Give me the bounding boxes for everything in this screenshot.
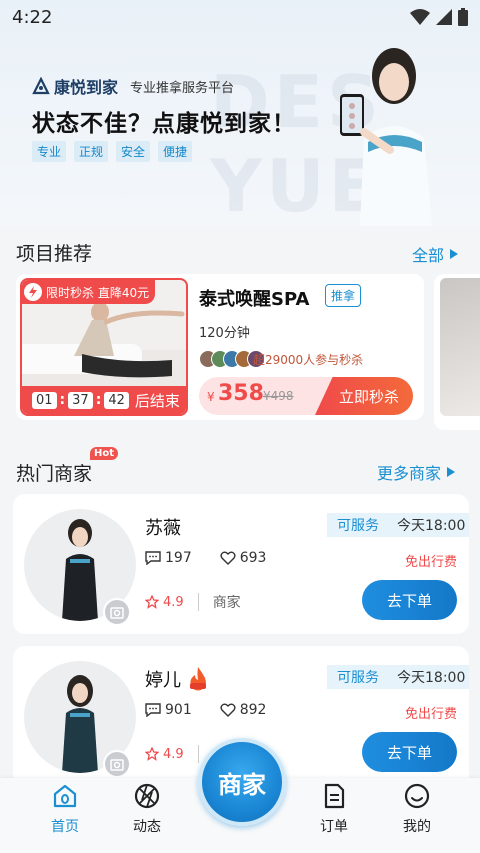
availability-badge: 可服务 今天18:00 [327, 513, 469, 537]
countdown-timer: 01 : 37 : 42 后结束 [22, 386, 186, 414]
merchants-more-label: 更多商家 [377, 464, 442, 483]
signal-icon [436, 9, 452, 25]
project-duration: 120分钟 [199, 326, 250, 341]
battery-icon [458, 8, 468, 26]
flash-sale-label: 限时秒杀 直降40元 [46, 285, 150, 300]
brand-row: 康悦到家 专业推拿服务平台 [32, 74, 234, 98]
nav-mine-label: 我的 [403, 819, 431, 835]
hot-badge: Hot [90, 447, 119, 460]
project-category-tag: 推拿 [325, 284, 362, 307]
nav-orders[interactable]: 订单 [302, 782, 366, 836]
merchant-name-text: 婷儿 [145, 670, 181, 691]
rating-value: 4.9 [163, 594, 184, 610]
like-count: 892 [239, 702, 267, 718]
merchant-name: 苏薇 [145, 514, 181, 540]
status-time: 4:22 [12, 6, 53, 28]
status-bar: 4:22 [0, 0, 480, 34]
merchant-name-text: 苏薇 [145, 518, 181, 539]
next-project-card[interactable] [434, 274, 480, 430]
project-card[interactable]: 限时秒杀 直降40元 01 : 37 : 42 后结束 泰式唤醒SPA 推拿 1… [16, 274, 424, 420]
rating-value: 4.9 [163, 746, 184, 762]
heart-icon [220, 551, 236, 565]
travel-fee-note: 免出行费 [404, 555, 457, 570]
nav-feed[interactable]: 动态 [115, 782, 179, 836]
place-order-button[interactable]: 去下单 [362, 732, 457, 772]
brand-tagline: 专业推拿服务平台 [130, 80, 235, 96]
like-count: 693 [239, 550, 267, 566]
next-project-image [440, 278, 480, 416]
aperture-icon [134, 783, 160, 809]
place-order-button[interactable]: 去下单 [362, 580, 457, 620]
countdown-seconds: 42 [104, 391, 129, 409]
currency-symbol: ¥ [207, 390, 215, 404]
lightning-icon [24, 283, 42, 301]
merchant-type: 商家 [212, 595, 241, 611]
wifi-icon [410, 9, 430, 25]
comment-count: 197 [165, 550, 192, 566]
availability-status: 可服务 [337, 670, 379, 686]
banner-tag: 安全 [116, 141, 151, 162]
banner-model-image [340, 48, 432, 226]
participants-count: 超29000人参与秒杀 [253, 353, 364, 367]
availability-badge: 可服务 今天18:00 [327, 665, 469, 689]
nav-feed-label: 动态 [133, 819, 161, 835]
projects-title: 项目推荐 [16, 243, 93, 265]
heart-icon [220, 703, 236, 717]
countdown-hours: 01 [32, 391, 57, 409]
camera-icon [103, 750, 131, 778]
merchant-stats: 197 693 [145, 550, 266, 566]
projects-more-link[interactable]: 全部 [412, 242, 459, 266]
brand-mark-icon [32, 77, 50, 95]
merchants-title: 热门商家 [16, 463, 93, 485]
availability-time: 今天18:00 [397, 518, 466, 534]
star-icon [145, 747, 159, 761]
comment-count: 901 [165, 702, 192, 718]
home-icon [53, 784, 77, 808]
countdown-suffix: 后结束 [134, 391, 180, 410]
document-icon [324, 783, 345, 809]
nav-home[interactable]: 首页 [33, 782, 97, 836]
availability-time: 今天18:00 [397, 670, 466, 686]
banner-headline: 状态不佳？点康悦到家！ [32, 111, 296, 137]
project-name: 泰式唤醒SPA [199, 289, 310, 310]
camera-icon [103, 598, 131, 626]
merchant-stats: 901 892 [145, 702, 266, 718]
nav-home-label: 首页 [51, 819, 79, 835]
flash-buy-button[interactable]: 立即秒杀 [315, 377, 413, 415]
brand-name: 康悦到家 [54, 78, 119, 97]
banner-tag: 专业 [32, 141, 67, 162]
nav-mine[interactable]: 我的 [385, 782, 449, 836]
triangle-right-icon [447, 467, 456, 477]
countdown-minutes: 37 [68, 391, 93, 409]
banner-tags: 专业 正规 安全 便捷 [32, 141, 193, 162]
nav-orders-label: 订单 [320, 819, 348, 835]
original-price: ¥498 [263, 389, 294, 403]
availability-status: 可服务 [337, 518, 379, 534]
triangle-right-icon [450, 249, 459, 259]
sale-price: 358 [218, 381, 264, 406]
flash-sale-badge: 限时秒杀 直降40元 [22, 280, 156, 304]
hot-flame-icon [190, 667, 206, 691]
merchant-name: 婷儿 [145, 666, 209, 692]
smiley-icon [404, 783, 430, 809]
system-icons [410, 8, 468, 26]
project-image: 限时秒杀 直降40元 01 : 37 : 42 后结束 [20, 278, 188, 416]
comment-icon [145, 703, 161, 717]
banner-tag: 正规 [74, 141, 109, 162]
price-bar: ¥ 358 ¥498 立即秒杀 [199, 377, 413, 415]
travel-fee-note: 免出行费 [404, 707, 457, 722]
participant-avatars [199, 350, 265, 368]
banner-tag: 便捷 [158, 141, 193, 162]
comment-icon [145, 551, 161, 565]
merchant-card[interactable]: 苏薇 可服务 今天18:00 197 693 免出行费 4.9 商家 去下单 [13, 494, 469, 634]
merchant-rating: 4.9 商家 [145, 592, 241, 612]
merchants-more-link[interactable]: 更多商家 [377, 460, 456, 484]
nav-merchant-center-button[interactable]: 商家 [198, 738, 286, 826]
brand-logo: 康悦到家 [32, 74, 118, 98]
projects-more-label: 全部 [412, 246, 445, 265]
star-icon [145, 595, 159, 609]
